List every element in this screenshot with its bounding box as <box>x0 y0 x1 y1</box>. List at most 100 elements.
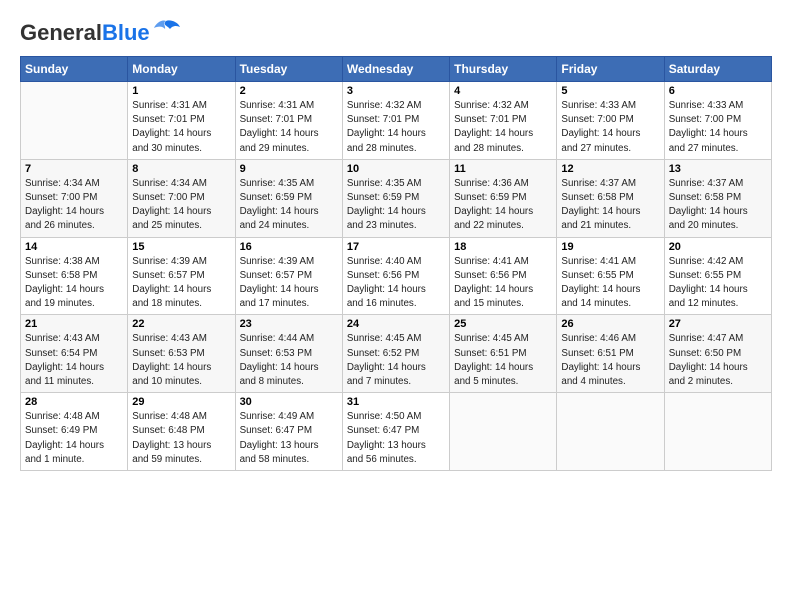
calendar-cell: 12 Sunrise: 4:37 AM Sunset: 6:58 PM Dayli… <box>557 159 664 237</box>
calendar-cell: 31Sunrise: 4:50 AM Sunset: 6:47 PM Dayli… <box>342 393 449 471</box>
day-number: 21 <box>25 318 123 330</box>
calendar-cell <box>557 393 664 471</box>
day-number: 17 <box>347 241 445 253</box>
calendar-cell: 2Sunrise: 4:31 AM Sunset: 7:01 PM Daylig… <box>235 82 342 160</box>
day-info: Sunrise: 4:48 AM Sunset: 6:48 PM Dayligh… <box>132 410 230 467</box>
calendar-body: 1Sunrise: 4:31 AM Sunset: 7:01 PM Daylig… <box>21 82 772 471</box>
calendar-cell: 28 Sunrise: 4:48 AM Sunset: 6:49 PM Dayli… <box>21 393 128 471</box>
calendar-cell: 14 Sunrise: 4:38 AM Sunset: 6:58 PM Dayli… <box>21 237 128 315</box>
col-header-saturday: Saturday <box>664 57 771 82</box>
calendar-table: SundayMondayTuesdayWednesdayThursdayFrid… <box>20 56 772 471</box>
calendar-cell: 6Sunrise: 4:33 AM Sunset: 7:00 PM Daylig… <box>664 82 771 160</box>
day-number: 4 <box>454 85 552 97</box>
day-info: Sunrise: 4:36 AM Sunset: 6:59 PM Dayligh… <box>454 177 552 234</box>
page-header: GeneralBlue <box>20 20 772 46</box>
day-info: Sunrise: 4:45 AM Sunset: 6:51 PM Dayligh… <box>454 332 552 389</box>
day-info: Sunrise: 4:47 AM Sunset: 6:50 PM Dayligh… <box>669 332 767 389</box>
day-info: Sunrise: 4:39 AM Sunset: 6:57 PM Dayligh… <box>132 255 230 312</box>
calendar-week-5: 28 Sunrise: 4:48 AM Sunset: 6:49 PM Dayli… <box>21 393 772 471</box>
calendar-cell: 24 Sunrise: 4:45 AM Sunset: 6:52 PM Dayli… <box>342 315 449 393</box>
day-number: 20 <box>669 241 767 253</box>
calendar-cell: 1Sunrise: 4:31 AM Sunset: 7:01 PM Daylig… <box>128 82 235 160</box>
calendar-cell: 9 Sunrise: 4:35 AM Sunset: 6:59 PM Daylig… <box>235 159 342 237</box>
day-info: Sunrise: 4:35 AM Sunset: 6:59 PM Dayligh… <box>347 177 445 234</box>
day-info: Sunrise: 4:45 AM Sunset: 6:52 PM Dayligh… <box>347 332 445 389</box>
day-number: 26 <box>561 318 659 330</box>
calendar-cell: 5 Sunrise: 4:33 AM Sunset: 7:00 PM Daylig… <box>557 82 664 160</box>
day-info: Sunrise: 4:39 AM Sunset: 6:57 PM Dayligh… <box>240 255 338 312</box>
day-number: 12 <box>561 163 659 175</box>
day-info: Sunrise: 4:37 AM Sunset: 6:58 PM Dayligh… <box>669 177 767 234</box>
day-number: 18 <box>454 241 552 253</box>
day-number: 25 <box>454 318 552 330</box>
calendar-cell: 17 Sunrise: 4:40 AM Sunset: 6:56 PM Dayli… <box>342 237 449 315</box>
day-info: Sunrise: 4:43 AM Sunset: 6:53 PM Dayligh… <box>132 332 230 389</box>
day-info: Sunrise: 4:31 AM Sunset: 7:01 PM Dayligh… <box>132 99 230 156</box>
day-info: Sunrise: 4:32 AM Sunset: 7:01 PM Dayligh… <box>454 99 552 156</box>
day-number: 29 <box>132 396 230 408</box>
calendar-cell: 3 Sunrise: 4:32 AM Sunset: 7:01 PM Daylig… <box>342 82 449 160</box>
day-info: Sunrise: 4:31 AM Sunset: 7:01 PM Dayligh… <box>240 99 338 156</box>
day-number: 7 <box>25 163 123 175</box>
day-number: 22 <box>132 318 230 330</box>
day-number: 6 <box>669 85 767 97</box>
calendar-cell <box>664 393 771 471</box>
day-info: Sunrise: 4:44 AM Sunset: 6:53 PM Dayligh… <box>240 332 338 389</box>
calendar-week-2: 7 Sunrise: 4:34 AM Sunset: 7:00 PM Daylig… <box>21 159 772 237</box>
col-header-tuesday: Tuesday <box>235 57 342 82</box>
calendar-week-1: 1Sunrise: 4:31 AM Sunset: 7:01 PM Daylig… <box>21 82 772 160</box>
calendar-cell: 22 Sunrise: 4:43 AM Sunset: 6:53 PM Dayli… <box>128 315 235 393</box>
calendar-cell: 16 Sunrise: 4:39 AM Sunset: 6:57 PM Dayli… <box>235 237 342 315</box>
day-number: 19 <box>561 241 659 253</box>
day-number: 30 <box>240 396 338 408</box>
calendar-week-4: 21 Sunrise: 4:43 AM Sunset: 6:54 PM Dayli… <box>21 315 772 393</box>
day-number: 28 <box>25 396 123 408</box>
day-info: Sunrise: 4:35 AM Sunset: 6:59 PM Dayligh… <box>240 177 338 234</box>
day-number: 16 <box>240 241 338 253</box>
day-info: Sunrise: 4:43 AM Sunset: 6:54 PM Dayligh… <box>25 332 123 389</box>
calendar-cell: 7 Sunrise: 4:34 AM Sunset: 7:00 PM Daylig… <box>21 159 128 237</box>
calendar-cell: 19 Sunrise: 4:41 AM Sunset: 6:55 PM Dayli… <box>557 237 664 315</box>
day-info: Sunrise: 4:38 AM Sunset: 6:58 PM Dayligh… <box>25 255 123 312</box>
day-info: Sunrise: 4:34 AM Sunset: 7:00 PM Dayligh… <box>132 177 230 234</box>
calendar-week-3: 14 Sunrise: 4:38 AM Sunset: 6:58 PM Dayli… <box>21 237 772 315</box>
calendar-cell <box>21 82 128 160</box>
col-header-monday: Monday <box>128 57 235 82</box>
day-info: Sunrise: 4:37 AM Sunset: 6:58 PM Dayligh… <box>561 177 659 234</box>
day-info: Sunrise: 4:41 AM Sunset: 6:55 PM Dayligh… <box>561 255 659 312</box>
calendar-cell: 21 Sunrise: 4:43 AM Sunset: 6:54 PM Dayli… <box>21 315 128 393</box>
logo-blue: Blue <box>102 20 150 45</box>
calendar-cell: 4 Sunrise: 4:32 AM Sunset: 7:01 PM Daylig… <box>450 82 557 160</box>
day-number: 10 <box>347 163 445 175</box>
calendar-cell: 27 Sunrise: 4:47 AM Sunset: 6:50 PM Dayli… <box>664 315 771 393</box>
day-number: 5 <box>561 85 659 97</box>
day-number: 27 <box>669 318 767 330</box>
col-header-sunday: Sunday <box>21 57 128 82</box>
day-number: 3 <box>347 85 445 97</box>
day-info: Sunrise: 4:34 AM Sunset: 7:00 PM Dayligh… <box>25 177 123 234</box>
day-info: Sunrise: 4:40 AM Sunset: 6:56 PM Dayligh… <box>347 255 445 312</box>
day-number: 23 <box>240 318 338 330</box>
calendar-cell: 15 Sunrise: 4:39 AM Sunset: 6:57 PM Dayli… <box>128 237 235 315</box>
calendar-cell: 13 Sunrise: 4:37 AM Sunset: 6:58 PM Dayli… <box>664 159 771 237</box>
day-number: 9 <box>240 163 338 175</box>
calendar-cell: 30 Sunrise: 4:49 AM Sunset: 6:47 PM Dayli… <box>235 393 342 471</box>
day-info: Sunrise: 4:33 AM Sunset: 7:00 PM Dayligh… <box>561 99 659 156</box>
day-info: Sunrise: 4:32 AM Sunset: 7:01 PM Dayligh… <box>347 99 445 156</box>
day-number: 8 <box>132 163 230 175</box>
day-number: 13 <box>669 163 767 175</box>
calendar-cell: 11Sunrise: 4:36 AM Sunset: 6:59 PM Dayli… <box>450 159 557 237</box>
day-number: 31 <box>347 396 445 408</box>
calendar-cell: 20 Sunrise: 4:42 AM Sunset: 6:55 PM Dayli… <box>664 237 771 315</box>
day-info: Sunrise: 4:41 AM Sunset: 6:56 PM Dayligh… <box>454 255 552 312</box>
logo-bird-icon <box>152 19 180 39</box>
day-number: 15 <box>132 241 230 253</box>
calendar-cell: 25 Sunrise: 4:45 AM Sunset: 6:51 PM Dayli… <box>450 315 557 393</box>
col-header-wednesday: Wednesday <box>342 57 449 82</box>
day-number: 24 <box>347 318 445 330</box>
day-info: Sunrise: 4:49 AM Sunset: 6:47 PM Dayligh… <box>240 410 338 467</box>
day-info: Sunrise: 4:42 AM Sunset: 6:55 PM Dayligh… <box>669 255 767 312</box>
calendar-cell: 10 Sunrise: 4:35 AM Sunset: 6:59 PM Dayli… <box>342 159 449 237</box>
day-info: Sunrise: 4:48 AM Sunset: 6:49 PM Dayligh… <box>25 410 123 467</box>
day-number: 14 <box>25 241 123 253</box>
